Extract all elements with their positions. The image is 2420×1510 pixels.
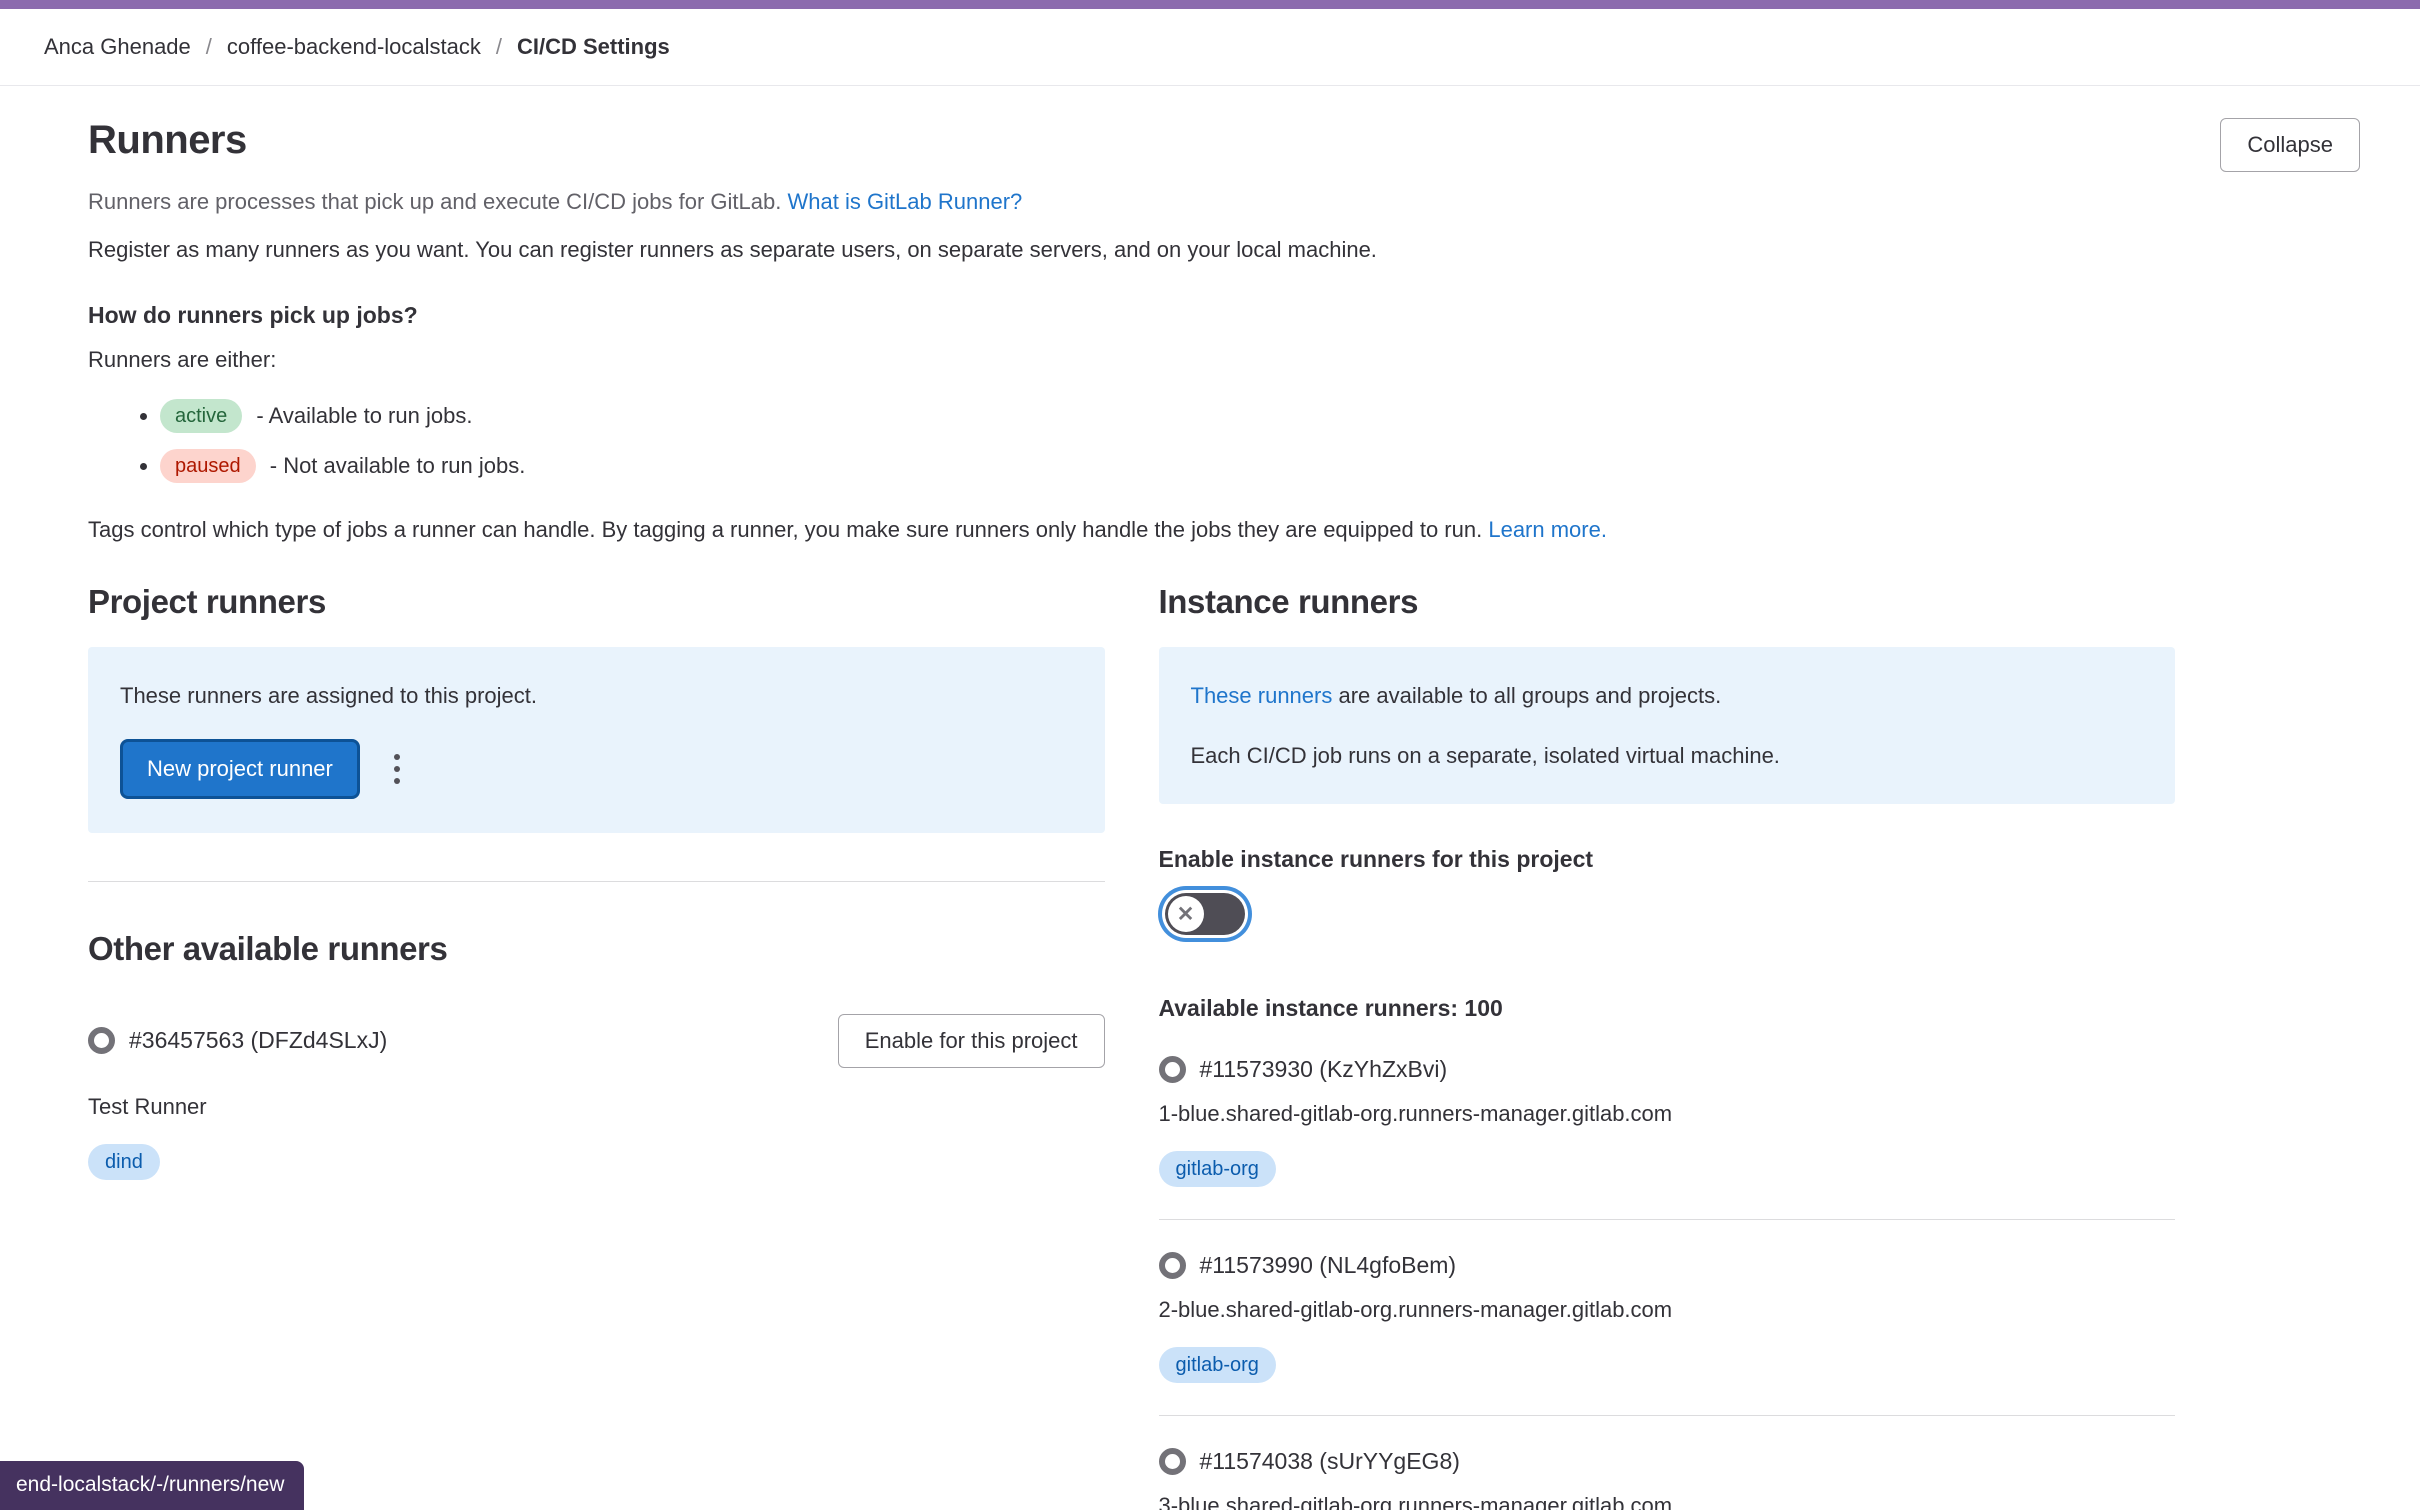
list-item-active-state: active - Available to run jobs. [160,399,2360,433]
other-runner-ident: #36457563 (DFZd4SLxJ) [88,1027,387,1054]
page-title: Runners [88,118,2360,163]
runner-status-icon [1159,1056,1186,1083]
kebab-dot [394,778,400,784]
runner-tag-badge: gitlab-org [1159,1151,1276,1187]
instance-runner-item: #11573990 (NL4gfoBem) 2-blue.shared-gitl… [1159,1252,2176,1383]
list-item-paused-state: paused - Not available to run jobs. [160,449,2360,483]
breadcrumb-item-current: CI/CD Settings [517,34,670,60]
top-accent-bar [0,0,2420,9]
instance-runner-item: #11573930 (KzYhZxBvi) 1-blue.shared-gitl… [1159,1056,2176,1187]
other-available-runners-heading: Other available runners [88,930,1105,968]
runner-list-divider [1159,1415,2176,1416]
section-divider [88,881,1105,882]
instance-runners-info-line1: These runners are available to all group… [1191,681,2144,711]
browser-link-preview: end-localstack/-/runners/new [0,1461,304,1510]
project-runners-info-box: These runners are assigned to this proje… [88,647,1105,833]
runner-list-divider [1159,1219,2176,1220]
active-state-badge: active [160,399,242,433]
runners-description-text: Runners are processes that pick up and e… [88,189,781,214]
enable-instance-runners-label: Enable instance runners for this project [1159,846,2176,873]
instance-runner-id[interactable]: #11574038 (sUrYYgEG8) [1200,1448,1460,1475]
instance-runner-id[interactable]: #11573990 (NL4gfoBem) [1200,1252,1457,1279]
available-instance-runners-count: Available instance runners: 100 [1159,995,2176,1022]
runner-states-list: active - Available to run jobs. paused -… [88,399,2360,483]
new-project-runner-button[interactable]: New project runner [120,739,360,799]
ellipsis-vertical-icon[interactable] [384,746,410,792]
project-runners-info-text: These runners are assigned to this proje… [120,681,1073,711]
breadcrumb-item-namespace[interactable]: Anca Ghenade [44,34,191,60]
runners-are-either-text: Runners are either: [88,347,2360,373]
other-runner-id[interactable]: #36457563 (DFZd4SLxJ) [129,1027,387,1054]
toggle-off-x-icon: ✕ [1168,896,1204,932]
tags-description-text: Tags control which type of jobs a runner… [88,517,1482,542]
runners-description: Runners are processes that pick up and e… [88,187,2360,217]
kebab-dot [394,766,400,772]
instance-runner-host: 2-blue.shared-gitlab-org.runners-manager… [1159,1297,2176,1323]
instance-runner-item: #11574038 (sUrYYgEG8) 3-blue.shared-gitl… [1159,1448,2176,1510]
breadcrumb-separator: / [191,34,227,60]
collapse-button[interactable]: Collapse [2220,118,2360,172]
runners-columns: Project runners These runners are assign… [88,583,2175,1510]
instance-runners-info-line2: Each CI/CD job runs on a separate, isola… [1191,741,2144,771]
enable-for-this-project-button[interactable]: Enable for this project [838,1014,1105,1068]
paused-state-badge: paused [160,449,256,483]
instance-runner-ident: #11573930 (KzYhZxBvi) [1159,1056,2176,1083]
instance-runners-info-box: These runners are available to all group… [1159,647,2176,804]
instance-runner-ident: #11573990 (NL4gfoBem) [1159,1252,2176,1279]
runner-tag-badge: gitlab-org [1159,1347,1276,1383]
active-state-text: - Available to run jobs. [256,403,472,428]
breadcrumb-item-project[interactable]: coffee-backend-localstack [227,34,481,60]
breadcrumb-separator: / [481,34,517,60]
runner-status-icon [1159,1252,1186,1279]
how-runners-pick-up-jobs-heading: How do runners pick up jobs? [88,302,2360,329]
other-runner-description: Test Runner [88,1094,1105,1120]
instance-runner-list: #11573930 (KzYhZxBvi) 1-blue.shared-gitl… [1159,1056,2176,1510]
instance-runners-column: Instance runners These runners are avail… [1159,583,2176,1510]
register-runners-text: Register as many runners as you want. Yo… [88,235,2360,265]
project-runners-actions: New project runner [120,739,1073,799]
kebab-dot [394,754,400,760]
runner-tag-badge: dind [88,1144,160,1180]
learn-more-link[interactable]: Learn more. [1488,517,1607,542]
runner-status-icon [88,1027,115,1054]
other-runner-row: #36457563 (DFZd4SLxJ) Enable for this pr… [88,1014,1105,1068]
instance-runner-id[interactable]: #11573930 (KzYhZxBvi) [1200,1056,1448,1083]
runners-settings-section: Runners Collapse Runners are processes t… [0,86,2420,1510]
instance-runners-info-rest: are available to all groups and projects… [1338,683,1721,708]
paused-state-text: - Not available to run jobs. [270,453,526,478]
instance-runner-ident: #11574038 (sUrYYgEG8) [1159,1448,2176,1475]
instance-runners-toggle[interactable]: ✕ [1165,893,1245,935]
instance-runner-host: 1-blue.shared-gitlab-org.runners-manager… [1159,1101,2176,1127]
what-is-gitlab-runner-link[interactable]: What is GitLab Runner? [787,189,1022,214]
project-runners-heading: Project runners [88,583,1105,621]
instance-runner-host: 3-blue.shared-gitlab-org.runners-manager… [1159,1493,2176,1510]
these-runners-link[interactable]: These runners [1191,683,1333,708]
project-runners-column: Project runners These runners are assign… [88,583,1105,1510]
tags-description: Tags control which type of jobs a runner… [88,515,2360,545]
runner-status-icon [1159,1448,1186,1475]
breadcrumb: Anca Ghenade / coffee-backend-localstack… [0,9,2420,86]
instance-runners-heading: Instance runners [1159,583,2176,621]
